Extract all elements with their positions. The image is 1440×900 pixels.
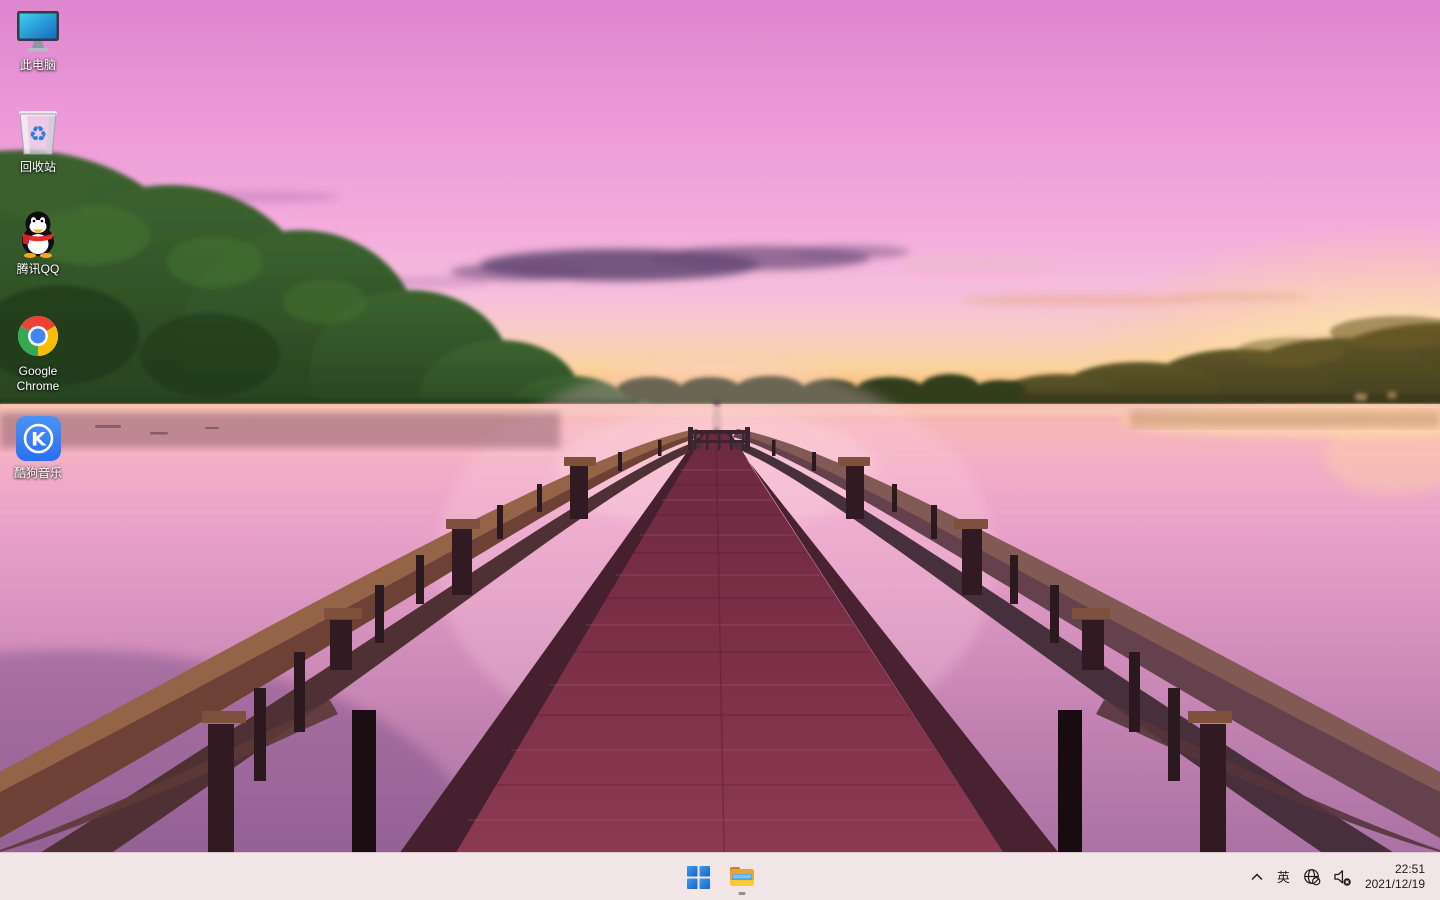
desktop-icon-recycle-bin[interactable]: ♻ 回收站 [1, 106, 75, 175]
clock-date: 2021/12/19 [1365, 877, 1425, 892]
icon-label: 回收站 [1, 160, 75, 175]
recycle-bin-icon: ♻ [1, 106, 75, 156]
wallpaper-sunset-pier [0, 0, 1440, 900]
desktop-icon-google-chrome[interactable]: Google Chrome [1, 310, 75, 394]
tray-clock[interactable]: 22:51 2021/12/19 [1365, 862, 1425, 892]
file-explorer-button[interactable] [722, 857, 762, 897]
tray-chevron-up[interactable] [1250, 871, 1264, 883]
chrome-icon [1, 310, 75, 360]
desktop-icon-tencent-qq[interactable]: 腾讯QQ [1, 208, 75, 277]
svg-text:K: K [31, 429, 47, 451]
this-pc-icon [1, 4, 75, 54]
kugou-icon: K [1, 412, 75, 462]
tray-network[interactable] [1303, 868, 1321, 886]
desktop: 此电脑 ♻ 回收站 [0, 0, 1440, 900]
windows-logo-icon [687, 866, 710, 889]
tray-ime-indicator[interactable]: 英 [1277, 871, 1290, 884]
icon-label: 酷狗音乐 [1, 466, 75, 481]
speaker-muted-icon [1334, 869, 1352, 886]
ime-label: 英 [1277, 871, 1290, 884]
start-button[interactable] [678, 857, 718, 897]
tray-volume[interactable] [1334, 869, 1352, 886]
taskbar: 英 [0, 852, 1440, 900]
icon-label: 腾讯QQ [1, 262, 75, 277]
clock-time: 22:51 [1365, 862, 1425, 877]
svg-text:♻: ♻ [29, 122, 48, 146]
desktop-icon-kugou-music[interactable]: K 酷狗音乐 [1, 412, 75, 481]
globe-no-internet-icon [1303, 868, 1321, 886]
desktop-icon-this-pc[interactable]: 此电脑 [1, 4, 75, 73]
file-explorer-icon [729, 866, 755, 888]
icon-label: 此电脑 [1, 58, 75, 73]
icon-label: Google Chrome [1, 364, 75, 394]
qq-penguin-icon [1, 208, 75, 258]
running-indicator [739, 892, 746, 895]
chevron-up-icon [1250, 871, 1264, 883]
